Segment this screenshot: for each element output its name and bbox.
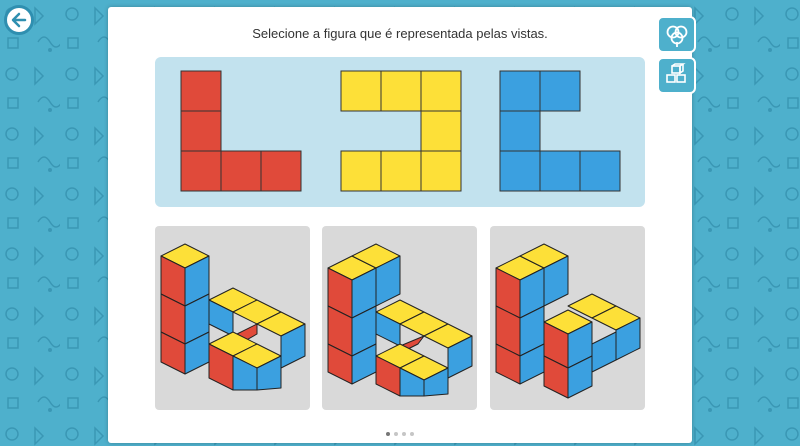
exercise-card: Selecione a figura que é representada pe… <box>108 7 692 443</box>
red-view <box>180 70 302 192</box>
option-b-figure <box>327 243 473 397</box>
yellow-view-cell <box>380 150 422 192</box>
back-button[interactable] <box>4 5 34 35</box>
red-view-cell <box>180 110 222 152</box>
red-view-cell <box>180 150 222 192</box>
blue-view-cell <box>579 150 621 192</box>
pagination-dot[interactable] <box>410 432 414 436</box>
option-b[interactable] <box>322 226 477 410</box>
blue-view-cell <box>499 110 541 152</box>
instruction-text: Selecione a figura que é representada pe… <box>252 26 548 41</box>
yellow-view-cell <box>340 150 382 192</box>
blue-view-cell <box>499 150 541 192</box>
clover-icon <box>666 25 687 47</box>
yellow-view-cell <box>380 70 422 112</box>
option-a-figure <box>160 243 306 391</box>
pagination-dot[interactable] <box>386 432 390 436</box>
pagination-dots <box>108 432 692 436</box>
red-view-cell <box>180 70 222 112</box>
hint-button[interactable] <box>657 16 696 53</box>
red-view-cell <box>220 150 262 192</box>
option-c-figure <box>495 243 641 399</box>
pagination-dot[interactable] <box>394 432 398 436</box>
cubes-icon <box>665 62 686 83</box>
blue-view-cell <box>539 150 581 192</box>
yellow-view-cell <box>420 150 462 192</box>
yellow-view-cell <box>340 70 382 112</box>
yellow-view-cell <box>420 70 462 112</box>
yellow-view <box>340 70 462 192</box>
option-c[interactable] <box>490 226 645 410</box>
red-view-cell <box>260 150 302 192</box>
yellow-view-cell <box>420 110 462 152</box>
blue-view-cell <box>499 70 541 112</box>
blue-view <box>499 70 621 192</box>
option-a[interactable] <box>155 226 310 410</box>
blue-view-cell <box>539 70 581 112</box>
cubes-button[interactable] <box>657 57 696 94</box>
views-panel <box>155 57 645 207</box>
arrow-left-icon <box>11 12 27 28</box>
pagination-dot[interactable] <box>402 432 406 436</box>
